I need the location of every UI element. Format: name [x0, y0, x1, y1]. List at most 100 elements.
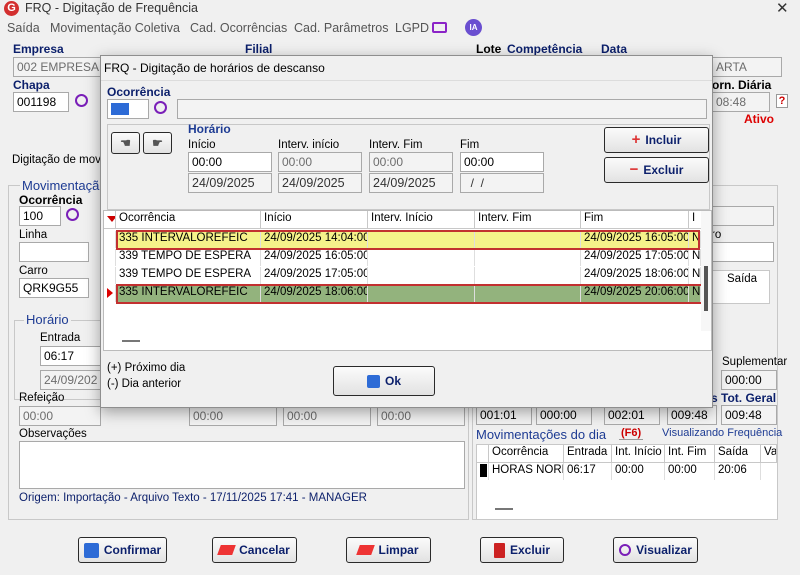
interv-fim-time-field[interactable]: 00:00 — [369, 152, 453, 172]
mov-col-int-inicio[interactable]: Int. Início — [612, 445, 665, 462]
grid-vscroll[interactable] — [701, 211, 711, 331]
app-logo-icon: G — [4, 1, 19, 16]
excluir-button[interactable]: Excluir — [480, 537, 564, 563]
inicio-date-field[interactable]: 24/09/2025 — [188, 173, 272, 193]
carro-label: Carro — [19, 265, 48, 277]
inicio-time-field[interactable]: 00:00 — [188, 152, 272, 172]
entrada-time-field[interactable]: 06:17 — [40, 346, 102, 366]
save-icon — [366, 374, 380, 388]
descanso-row[interactable]: 339 TEMPO DE ESPERA 24/09/2025 17:05:00 … — [104, 267, 701, 284]
mov-col-entrada[interactable]: Entrada — [564, 445, 612, 462]
mov-scroll-thumb[interactable] — [495, 508, 513, 510]
entrada-date-field[interactable]: 24/09/202 — [40, 370, 102, 390]
dialog-search-icon[interactable] — [154, 101, 167, 114]
menu-cad-parametros[interactable]: Cad. Parâmetros — [294, 21, 388, 35]
data-label: Data — [601, 42, 628, 56]
tot-field-1[interactable]: 001:01 — [476, 405, 532, 425]
mov-dia-indicator-col — [477, 445, 489, 462]
mov-col-ocorrencia[interactable]: Ocorrência — [489, 445, 564, 462]
col-interv-fim[interactable]: Interv. Fim — [475, 211, 581, 228]
competencia-label: Competência — [507, 42, 583, 56]
menu-saida[interactable]: Saída — [7, 21, 40, 35]
interv-inicio-time-field[interactable]: 00:00 — [278, 152, 362, 172]
col-fim[interactable]: Fim — [581, 211, 689, 228]
refeicao-field-2[interactable]: 00:00 — [189, 406, 277, 426]
dialog-excluir-button[interactable]: − Excluir — [604, 157, 709, 183]
chapa-field[interactable]: 001198 — [13, 92, 69, 112]
col-interv-inicio[interactable]: Interv. Início — [368, 211, 475, 228]
bg-search-icon[interactable] — [66, 208, 79, 221]
col-inicio[interactable]: Início — [261, 211, 368, 228]
linha-field[interactable] — [19, 242, 89, 262]
mov-col-int-fim[interactable]: Int. Fim — [665, 445, 715, 462]
fim-date-field[interactable]: / / — [460, 173, 544, 193]
mov-col-saida[interactable]: Saída — [715, 445, 761, 462]
jorn-diaria-field[interactable]: 08:48 — [712, 92, 770, 112]
menu-cad-ocorrencias[interactable]: Cad. Ocorrências — [190, 21, 287, 35]
prev-day-button[interactable]: ☚ — [111, 132, 140, 154]
col-ocorrencia[interactable]: Ocorrência — [116, 211, 261, 228]
header-right-field[interactable]: ARTA — [712, 57, 782, 77]
mov-col-va[interactable]: Va — [761, 445, 777, 462]
mov-cell-entrada: 06:17 — [564, 463, 612, 480]
cell-inicio: 24/09/2025 16:05:00 — [261, 249, 368, 266]
mov-cell-int-inicio: 00:00 — [612, 463, 665, 480]
dialog-ocorrencia-field[interactable] — [107, 99, 149, 119]
tot-field-2[interactable]: 000:00 — [536, 405, 592, 425]
cancelar-button[interactable]: Cancelar — [212, 537, 297, 563]
tot-field-4[interactable]: 009:48 — [667, 405, 717, 425]
visualizar-button[interactable]: Visualizar — [613, 537, 698, 563]
descanso-row[interactable]: 339 TEMPO DE ESPERA 24/09/2025 16:05:00 … — [104, 249, 701, 266]
cell-ocorrencia: 339 TEMPO DE ESPERA — [116, 249, 261, 266]
suplementar-label: Suplementar — [722, 356, 788, 368]
monitor-icon[interactable] — [432, 22, 447, 33]
fim-time-field[interactable]: 00:00 — [460, 152, 544, 172]
cell-interv-fim — [475, 249, 581, 266]
add-icon: + — [631, 131, 641, 148]
eraser-icon — [356, 545, 376, 555]
interv-fim-date-field[interactable]: 24/09/2025 — [369, 173, 453, 193]
totgeral-field[interactable]: 009:48 — [721, 405, 777, 425]
bg-ocorrencia-field[interactable]: 100 — [19, 206, 61, 226]
mov-dia-row[interactable]: HORAS NORM 06:17 00:00 00:00 20:06 — [477, 463, 761, 480]
menu-lgpd[interactable]: LGPD — [395, 21, 429, 35]
empresa-field[interactable]: 002 EMPRESA D — [13, 57, 103, 77]
refeicao-field-3[interactable]: 00:00 — [283, 406, 371, 426]
f6-badge[interactable]: (F6) — [619, 427, 644, 440]
col-extra[interactable]: I — [689, 211, 701, 228]
legend-proximo-dia: (+) Próximo dia — [107, 362, 186, 374]
row-indicator — [104, 285, 116, 302]
title-bar: G FRQ - Digitação de Frequência ✕ — [0, 0, 800, 18]
descanso-dialog: FRQ - Digitação de horários de descanso … — [100, 55, 713, 408]
eraser-icon — [217, 545, 236, 555]
save-icon — [83, 542, 99, 558]
ia-icon[interactable]: IA — [465, 19, 482, 36]
cancelar-label: Cancelar — [239, 543, 290, 557]
visualizando-link[interactable]: Visualizando Frequência — [662, 427, 782, 439]
row-indicator — [477, 463, 489, 480]
tot-field-3[interactable]: 002:01 — [604, 405, 660, 425]
grid-hscroll-thumb[interactable] — [122, 340, 140, 342]
highlight-box-row-1 — [116, 230, 700, 250]
cell-interv-inicio — [368, 267, 475, 284]
digitacao-tab[interactable]: Digitação de movi — [12, 154, 103, 166]
close-icon[interactable]: ✕ — [776, 0, 789, 17]
highlight-box-row-4 — [116, 284, 707, 304]
limpar-button[interactable]: Limpar — [346, 537, 431, 563]
refeicao-field-1[interactable]: 00:00 — [19, 406, 101, 426]
refeicao-field-4[interactable]: 00:00 — [377, 406, 465, 426]
carro-field[interactable]: QRK9G55 — [19, 278, 89, 298]
next-day-button[interactable]: ☛ — [143, 132, 172, 154]
search-icon[interactable] — [75, 94, 88, 107]
interv-inicio-date-field[interactable]: 24/09/2025 — [278, 173, 362, 193]
movimentacoes-dia-label: Movimentações do dia — [476, 427, 607, 442]
grid-vscroll-thumb[interactable] — [704, 266, 708, 311]
incluir-button[interactable]: + Incluir — [604, 127, 709, 153]
ok-button[interactable]: Ok — [333, 366, 435, 396]
help-icon[interactable]: ? — [776, 94, 788, 108]
confirmar-button[interactable]: Confirmar — [78, 537, 167, 563]
observacoes-field[interactable] — [19, 441, 465, 489]
dialog-excluir-label: Excluir — [643, 163, 684, 177]
menu-movimentacao-coletiva[interactable]: Movimentação Coletiva — [50, 21, 180, 35]
suplementar-field[interactable]: 000:00 — [721, 370, 777, 390]
